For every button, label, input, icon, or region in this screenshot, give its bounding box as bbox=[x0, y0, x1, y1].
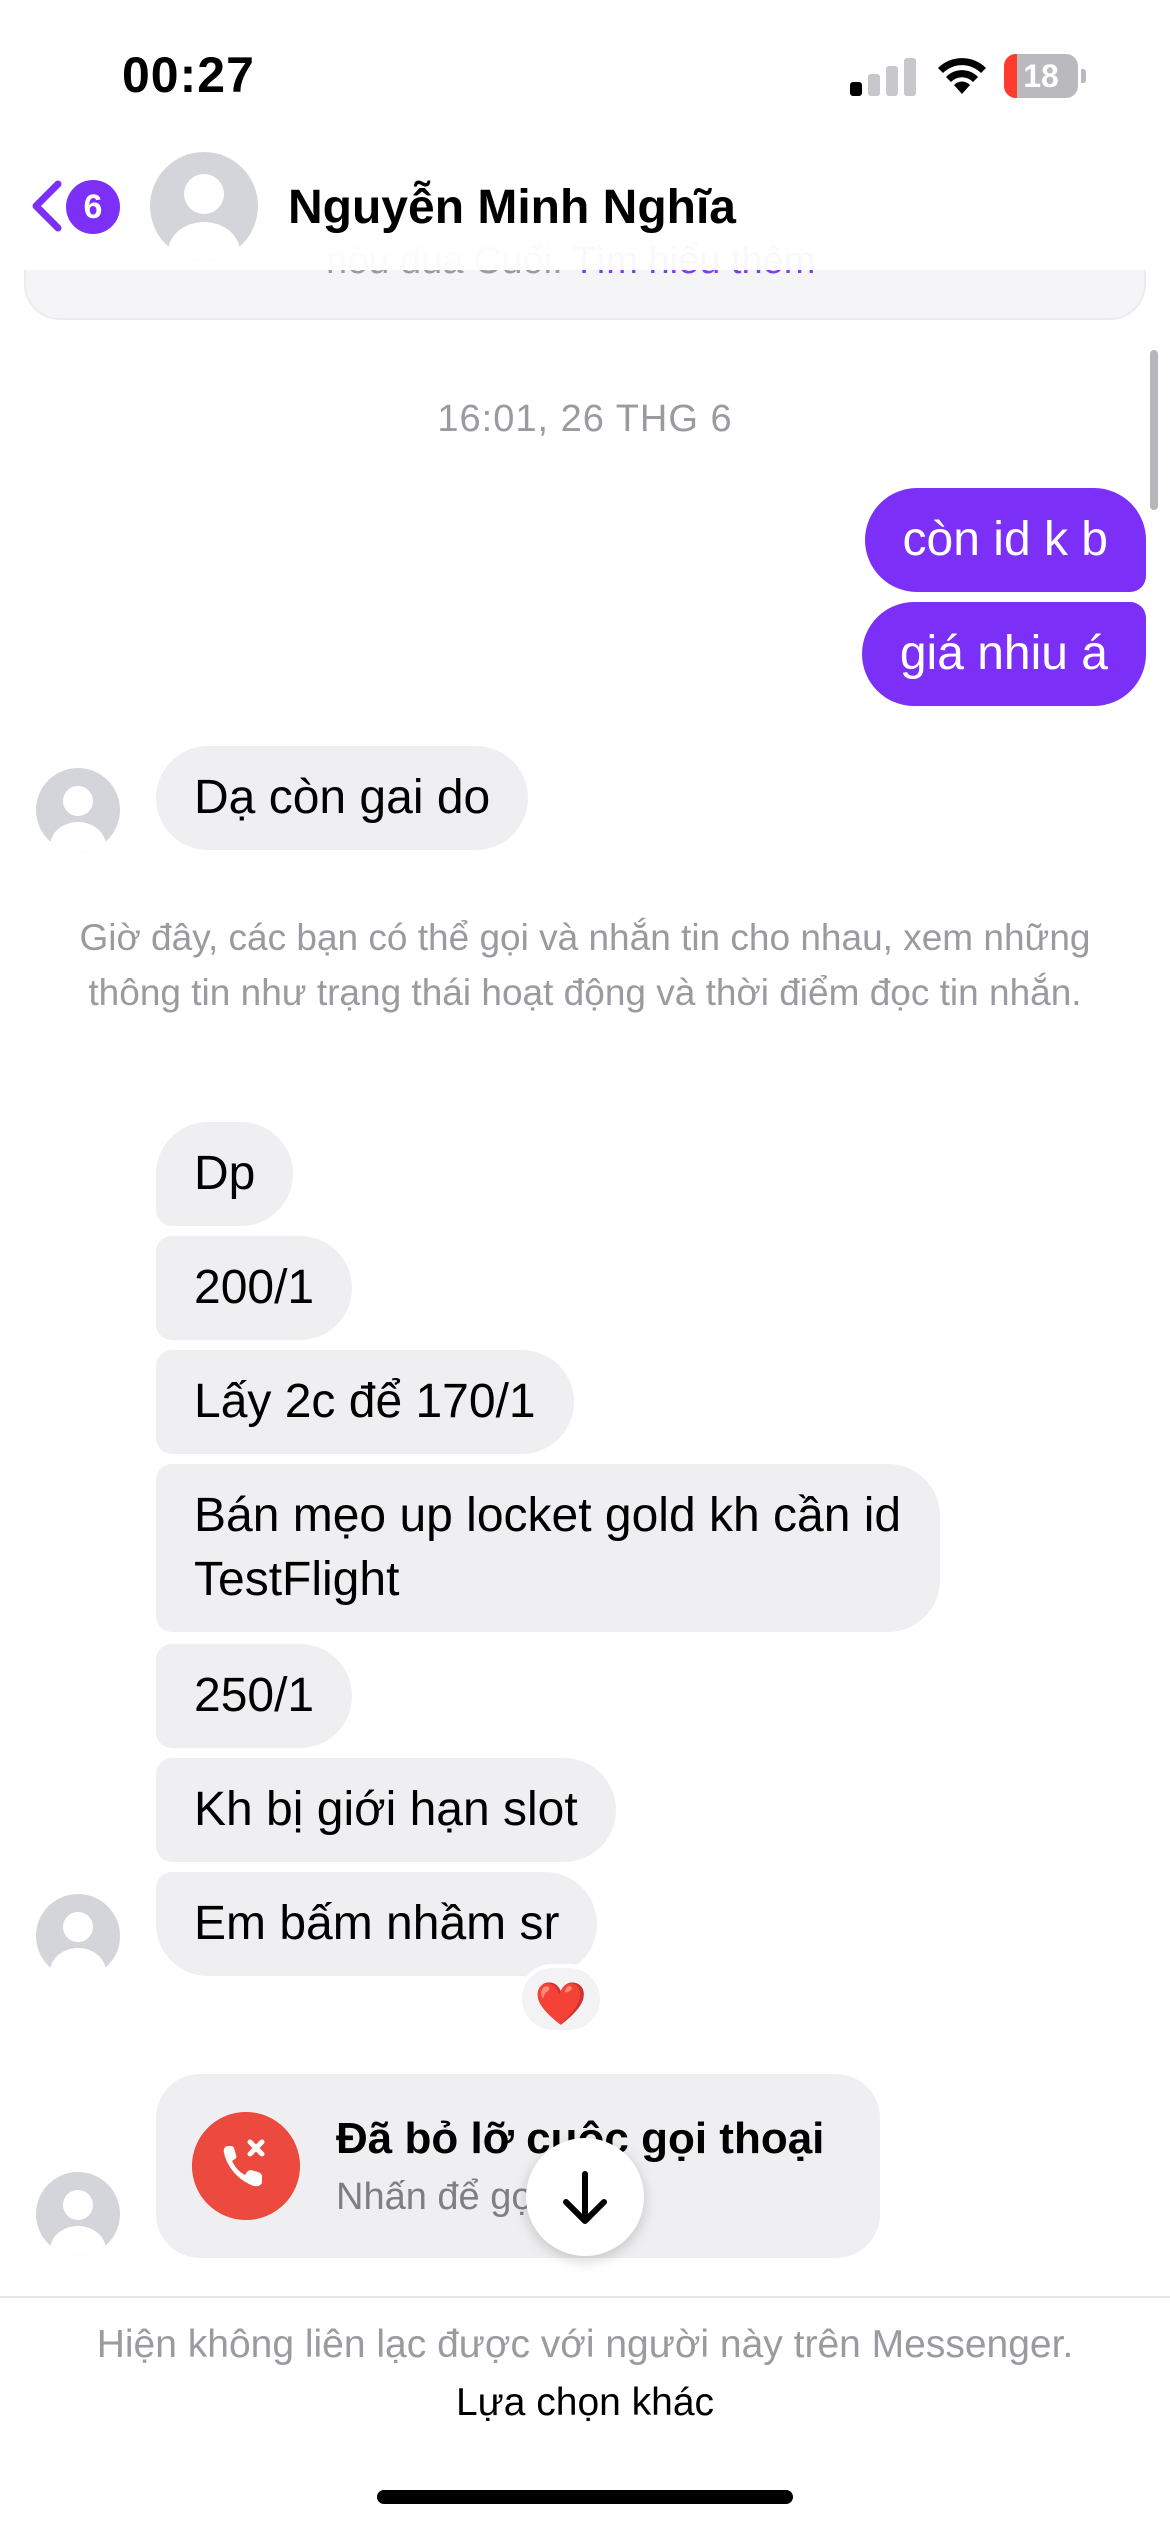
incoming-message[interactable]: Bán mẹo up locket gold kh cần id TestFli… bbox=[156, 1464, 940, 1632]
unread-count-badge: 6 bbox=[66, 180, 120, 234]
system-notice: Giờ đây, các bạn có thể gọi và nhắn tin … bbox=[79, 917, 1091, 1013]
sender-avatar[interactable] bbox=[36, 1894, 120, 1978]
outgoing-message[interactable]: giá nhiu á bbox=[861, 602, 1146, 706]
conversation-header: 6 Nguyễn Minh Nghĩa bbox=[0, 150, 1170, 270]
contact-name[interactable]: Nguyễn Minh Nghĩa bbox=[288, 180, 736, 235]
missed-call-card[interactable]: Đã bỏ lỡ cuộc gọi thoại Nhấn để gọi lại bbox=[156, 2074, 880, 2258]
battery-level: 18 bbox=[1023, 58, 1059, 94]
incoming-message[interactable]: 200/1 bbox=[156, 1236, 353, 1340]
incoming-message[interactable]: Dạ còn gai do bbox=[156, 746, 529, 850]
cellular-signal-icon bbox=[850, 58, 916, 96]
incoming-message[interactable]: 250/1 bbox=[156, 1644, 353, 1748]
message-timestamp: 16:01, 26 THG 6 bbox=[437, 398, 733, 440]
incoming-message[interactable]: Kh bị giới hạn slot bbox=[156, 1758, 616, 1862]
contact-avatar[interactable] bbox=[150, 152, 258, 260]
arrow-down-icon bbox=[563, 2171, 607, 2224]
incoming-message[interactable]: Lấy 2c để 170/1 bbox=[156, 1350, 574, 1454]
chevron-left-icon bbox=[32, 180, 62, 232]
missed-call-icon bbox=[192, 2112, 300, 2220]
sender-avatar[interactable] bbox=[36, 2172, 120, 2256]
footer-divider bbox=[0, 2296, 1170, 2298]
scroll-to-bottom-button[interactable] bbox=[526, 2138, 644, 2256]
status-bar: 00:27 18 bbox=[0, 0, 1170, 150]
other-options-link[interactable]: Lựa chọn khác bbox=[456, 2381, 714, 2424]
heart-reaction-icon[interactable]: ❤️ bbox=[518, 1964, 604, 2034]
status-time: 00:27 bbox=[122, 47, 255, 103]
wifi-icon bbox=[938, 58, 986, 94]
back-button[interactable]: 6 bbox=[22, 172, 132, 240]
battery-icon: 18 bbox=[1004, 54, 1086, 98]
incoming-message[interactable]: Dp bbox=[156, 1122, 294, 1226]
outgoing-message[interactable]: còn id k b bbox=[864, 488, 1146, 592]
sender-avatar[interactable] bbox=[36, 768, 120, 852]
incoming-message[interactable]: Em bấm nhầm sr bbox=[156, 1872, 598, 1976]
unavailable-footer: Hiện không liên lạc được với người này t… bbox=[60, 2316, 1110, 2432]
home-indicator[interactable] bbox=[377, 2490, 793, 2504]
unavailable-notice: Hiện không liên lạc được với người này t… bbox=[96, 2323, 1074, 2366]
